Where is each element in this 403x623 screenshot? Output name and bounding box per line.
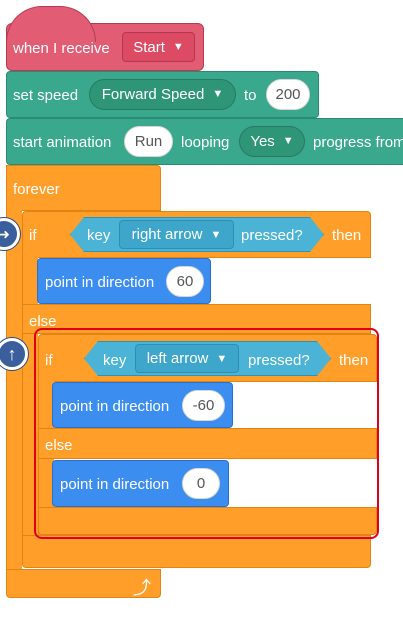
variable-dropdown[interactable]: Forward Speed ▼ [89,79,236,110]
caret-down-icon: ▼ [172,41,184,53]
then-label: then [332,227,362,244]
animation-name-input[interactable]: Run [124,126,173,157]
loop-arrow-icon: ⤴ [133,578,151,598]
caret-down-icon: ▼ [212,88,224,100]
forever-label: forever [13,181,60,198]
set-speed-label: set speed [13,87,79,104]
key-label: key [87,227,111,244]
direction-input[interactable]: 60 [166,266,204,297]
looping-label: looping [181,134,230,151]
key-dropdown[interactable]: right arrow ▼ [119,220,234,249]
else-label: else [29,313,57,330]
hat-cap [6,6,96,42]
up-arrow-icon: ↑ [7,343,17,364]
to-label: to [244,87,257,104]
caret-down-icon: ▼ [210,228,222,241]
speed-value-input[interactable]: 200 [266,79,310,110]
when-i-receive-label: when I receive [13,40,110,57]
looping-dropdown[interactable]: Yes ▼ [239,126,305,157]
pressed-label: pressed? [241,227,303,244]
up-arrow-icon: ➜ [0,225,10,242]
caret-down-icon: ▼ [282,135,294,147]
start-animation-label: start animation [13,134,112,151]
progress-from-label: progress from [313,134,403,151]
message-dropdown[interactable]: Start ▼ [122,32,195,62]
point-direction-label: point in direction [45,274,155,291]
selection-highlight [34,328,379,539]
if-label: if [29,227,37,244]
forever-left-arm [6,205,22,577]
if-outer-bottom [22,535,371,568]
